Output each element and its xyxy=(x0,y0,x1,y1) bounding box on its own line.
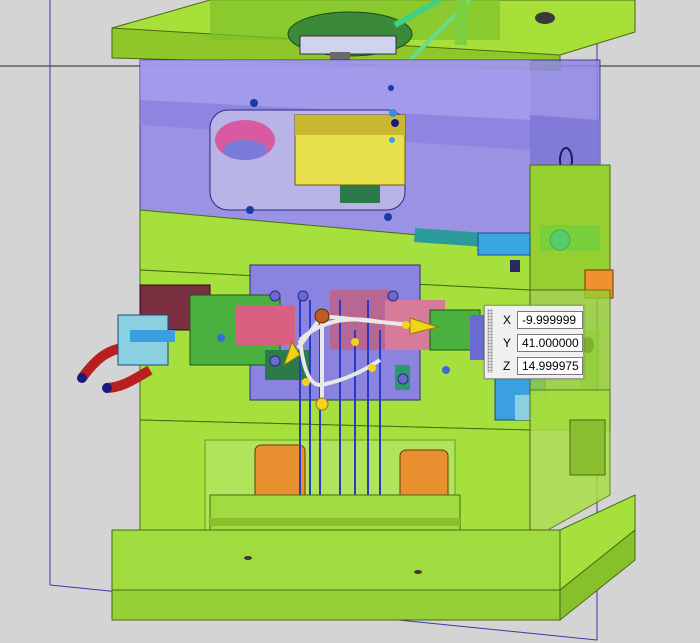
coordinate-input-panel: X -9.999999 Y 41.000000 Z 14.999975 xyxy=(484,305,584,379)
panel-grip-icon[interactable] xyxy=(487,309,493,373)
x-label: X xyxy=(503,313,512,327)
x-value-field[interactable]: -9.999999 xyxy=(517,311,583,329)
z-value-field[interactable]: 14.999975 xyxy=(517,357,583,375)
coord-row-x: X -9.999999 xyxy=(497,310,583,332)
core-cavity-area xyxy=(139,264,531,431)
y-label: Y xyxy=(503,336,512,350)
mold-assembly-model[interactable] xyxy=(0,0,700,643)
y-value-field[interactable]: 41.000000 xyxy=(517,334,583,352)
z-label: Z xyxy=(503,359,511,373)
coord-row-z: Z 14.999975 xyxy=(497,356,583,378)
3d-viewport[interactable] xyxy=(0,0,700,643)
coord-row-y: Y 41.000000 xyxy=(497,333,583,355)
